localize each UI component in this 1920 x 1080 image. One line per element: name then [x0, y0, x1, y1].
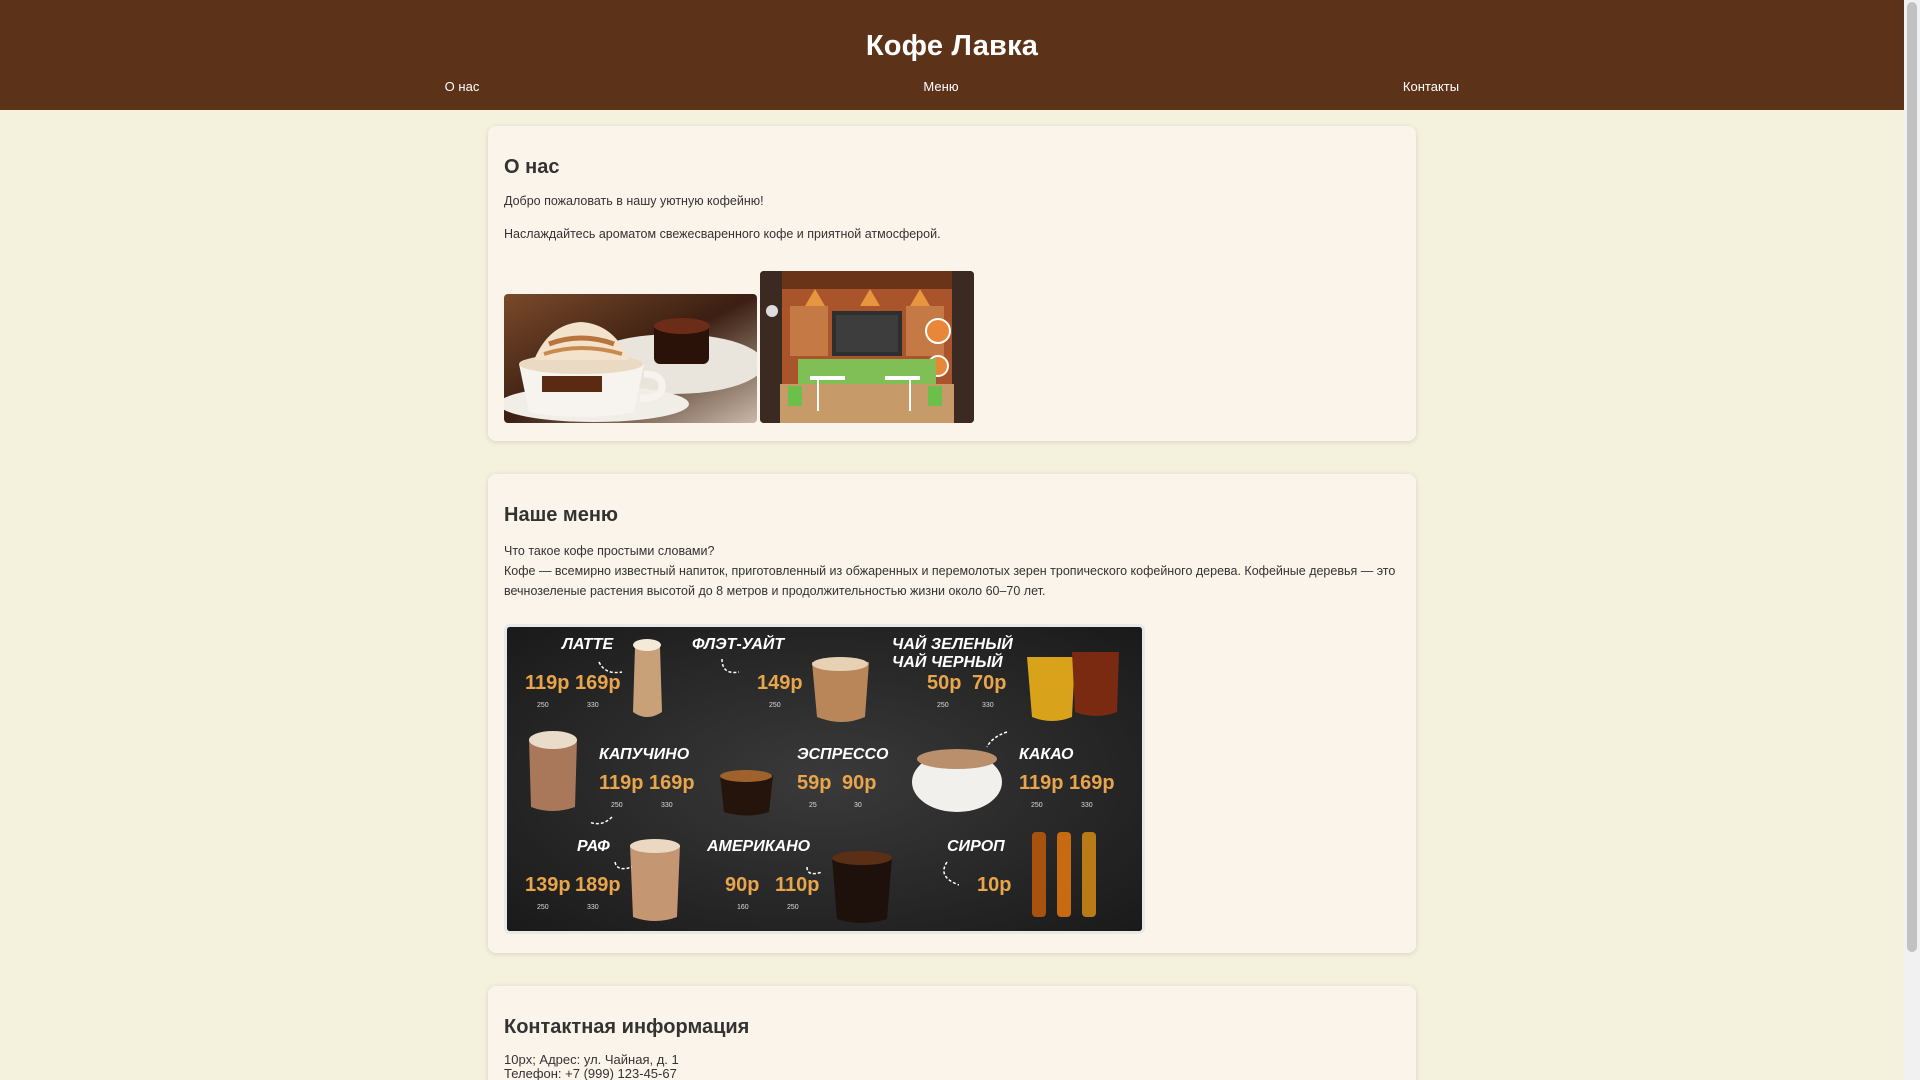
board-size: 250 [937, 702, 949, 709]
board-price: 189р [575, 874, 621, 896]
board-price: 59р [797, 772, 831, 794]
nav-link-menu[interactable]: Меню [923, 79, 958, 94]
menu-board-graphic: ЛАТТЕ 119р 169р 250 330 ФЛЭТ-УАЙТ 149р 2… [507, 627, 1142, 931]
black-tea-glass [1072, 652, 1119, 716]
nav-link-contacts[interactable]: Контакты [1403, 79, 1459, 94]
board-price: 90р [725, 874, 759, 896]
board-item-name: РАФ [577, 838, 610, 855]
board-size: 250 [787, 904, 799, 911]
board-size: 250 [611, 802, 623, 809]
about-section: О нас Добро пожаловать в нашу уютную коф… [488, 126, 1416, 441]
board-item-name: КАКАО [1019, 746, 1074, 763]
board-size: 25 [809, 802, 817, 809]
menu-section: Наше меню Что такое кофе простыми словам… [488, 474, 1416, 953]
about-description-text: Наслаждайтесь ароматом свежесваренного к… [504, 227, 941, 241]
board-item-name: КАПУЧИНО [599, 746, 690, 763]
board-price: 110р [775, 874, 819, 896]
raf-glass [630, 845, 680, 921]
menu-heading: Наше меню [504, 504, 618, 526]
board-size: 330 [587, 702, 599, 709]
board-price: 169р [575, 672, 621, 694]
board-item-name: ЛАТТЕ [561, 636, 614, 653]
page-scrollbar[interactable] [1904, 0, 1920, 1080]
board-price: 169р [1069, 772, 1115, 794]
board-price: 119р [525, 672, 569, 694]
syrup-bottle [1032, 832, 1046, 917]
latte-glass [633, 647, 662, 717]
board-item-name: АМЕРИКАНО [706, 838, 811, 855]
board-item-name: ЭСПРЕССО [797, 746, 889, 763]
board-price: 169р [649, 772, 695, 794]
about-heading: О нас [504, 156, 560, 178]
board-size: 30 [854, 802, 862, 809]
contacts-section: Контактная информация 10px; Адрес: ул. Ч… [488, 986, 1416, 1080]
board-size: 330 [587, 904, 599, 911]
syrup-bottle [1057, 832, 1071, 917]
board-price: 139р [525, 874, 571, 896]
board-item-name: ФЛЭТ-УАЙТ [692, 633, 785, 653]
board-size: 330 [982, 702, 994, 709]
board-item-name: СИРОП [947, 838, 1005, 855]
cappuccino-photo [504, 294, 757, 423]
site-header: Кофе Лавка О нас Меню Контакты [0, 0, 1904, 110]
americano-glass [832, 857, 892, 923]
contacts-heading: Контактная информация [504, 1016, 750, 1038]
nav-link-about[interactable]: О нас [445, 79, 480, 94]
board-price: 149р [757, 672, 803, 694]
board-size: 250 [537, 702, 549, 709]
contact-phone: Телефон: +7 (999) 123-45-67 [504, 1066, 677, 1080]
about-welcome-text: Добро пожаловать в нашу уютную кофейню! [504, 194, 764, 208]
board-price: 50р [927, 672, 961, 694]
scrollbar-thumb[interactable] [1907, 2, 1917, 952]
cafe-interior-photo [760, 271, 974, 423]
menu-description: Кофе — всемирно известный напиток, приго… [504, 564, 1396, 598]
board-size: 250 [537, 904, 549, 911]
page-viewport: Кофе Лавка О нас Меню Контакты О нас Доб… [0, 0, 1904, 1080]
board-price: 10р [977, 874, 1011, 896]
board-price: 70р [972, 672, 1006, 694]
board-size: 330 [1081, 802, 1093, 809]
board-item-name-2: ЧАЙ ЧЕРНЫЙ [892, 651, 1003, 671]
contact-address: 10px; Адрес: ул. Чайная, д. 1 [504, 1052, 679, 1067]
board-size: 250 [1031, 802, 1043, 809]
board-size: 250 [769, 702, 781, 709]
flatwhite-glass [812, 662, 869, 722]
board-item-name: ЧАЙ ЗЕЛЕНЫЙ [892, 633, 1013, 653]
board-size: 160 [737, 904, 749, 911]
syrup-bottle [1082, 832, 1096, 917]
menu-board-image: ЛАТТЕ 119р 169р 250 330 ФЛЭТ-УАЙТ 149р 2… [504, 624, 1145, 934]
board-size: 330 [661, 802, 673, 809]
main-nav: О нас Меню Контакты [0, 79, 1904, 99]
board-price: 119р [599, 772, 643, 794]
cappuccino-glass [529, 739, 577, 811]
green-tea-glass [1027, 657, 1075, 721]
board-price: 119р [1019, 772, 1063, 794]
menu-question: Что такое кофе простыми словами? [504, 544, 715, 558]
site-title: Кофе Лавка [865, 30, 1039, 62]
board-price: 90р [842, 772, 876, 794]
